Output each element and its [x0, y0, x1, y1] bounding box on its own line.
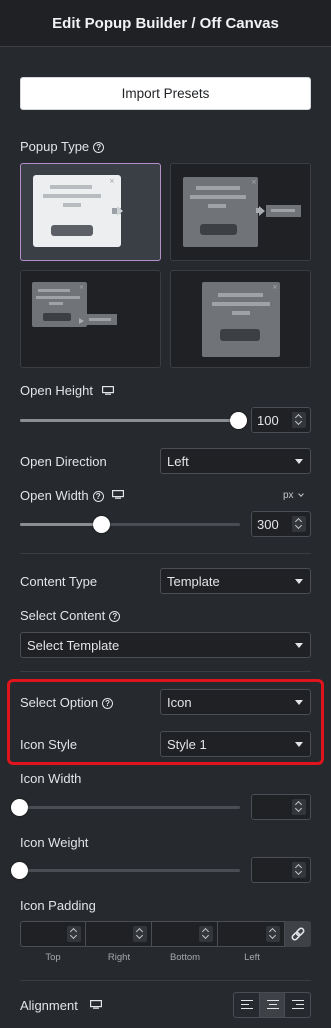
unit-value: px — [283, 490, 294, 501]
icon-width-stepper[interactable] — [292, 799, 306, 815]
panel-header: Edit Popup Builder / Off Canvas — [0, 0, 331, 47]
padding-right-input[interactable] — [85, 921, 152, 947]
padding-left-label: Left — [244, 952, 260, 963]
padding-bottom-stepper[interactable] — [199, 926, 213, 942]
padding-top-label: Top — [45, 952, 61, 963]
popup-preview-2: × — [183, 177, 301, 247]
svg-text:×: × — [79, 284, 84, 291]
popup-preview-3: × — [32, 282, 117, 327]
padding-bottom-input[interactable] — [151, 921, 218, 947]
open-height-slider[interactable] — [20, 419, 240, 422]
help-icon[interactable]: ? — [109, 611, 121, 622]
open-height-slider-handle[interactable] — [230, 412, 247, 429]
align-left-icon[interactable] — [234, 993, 260, 1017]
padding-left-stepper[interactable] — [266, 926, 280, 942]
padding-right-stepper[interactable] — [133, 926, 147, 942]
select-content-value: Select Template — [27, 637, 120, 653]
align-center-icon[interactable] — [259, 993, 286, 1017]
padding-bottom-label: Bottom — [169, 952, 201, 963]
icon-padding-label: Icon Padding — [20, 898, 96, 913]
open-height-input[interactable]: 100 — [251, 407, 311, 433]
caret-down-icon — [295, 742, 303, 747]
open-width-label: Open Width? — [20, 488, 104, 503]
icon-width-slider[interactable] — [20, 806, 240, 809]
svg-text:×: × — [109, 177, 115, 185]
caret-down-icon — [295, 459, 303, 464]
desktop-icon[interactable] — [102, 386, 114, 395]
desktop-icon[interactable] — [90, 1000, 102, 1009]
link-icon — [291, 927, 305, 941]
unit-selector[interactable]: px — [283, 490, 305, 501]
padding-left-input[interactable] — [217, 921, 285, 947]
open-direction-value: Left — [167, 453, 189, 469]
help-icon[interactable]: ? — [92, 491, 104, 502]
open-width-input[interactable]: 300 — [251, 511, 311, 537]
select-option-select[interactable]: Icon — [160, 689, 311, 715]
open-height-label: Open Height — [20, 383, 93, 398]
icon-width-label: Icon Width — [20, 771, 82, 786]
select-content-label: Select Content? — [20, 608, 121, 623]
help-icon[interactable]: ? — [93, 142, 105, 153]
help-icon[interactable]: ? — [102, 698, 114, 709]
open-width-stepper[interactable] — [292, 516, 306, 532]
icon-weight-slider[interactable] — [20, 869, 240, 872]
open-height-value: 100 — [257, 412, 279, 428]
open-width-value: 300 — [257, 516, 279, 532]
divider — [20, 671, 311, 672]
select-content-label-text: Select Content — [20, 608, 106, 623]
import-presets-button[interactable]: Import Presets — [20, 77, 311, 110]
popup-type-card-1[interactable]: × — [20, 163, 161, 261]
panel-title: Edit Popup Builder / Off Canvas — [52, 14, 279, 32]
alignment-label: Alignment — [20, 998, 78, 1013]
caret-down-icon — [295, 643, 303, 648]
svg-text:×: × — [272, 283, 278, 291]
open-height-stepper[interactable] — [292, 412, 306, 428]
select-content-select[interactable]: Select Template — [20, 632, 311, 658]
open-width-slider-handle[interactable] — [93, 516, 110, 533]
chevron-down-icon — [298, 491, 305, 497]
divider — [20, 980, 311, 981]
caret-down-icon — [295, 579, 303, 584]
popup-type-card-3[interactable]: × — [20, 270, 161, 368]
icon-weight-input[interactable] — [251, 857, 311, 883]
popup-type-label-text: Popup Type — [20, 139, 90, 154]
select-option-label: Select Option? — [20, 695, 114, 710]
select-option-value: Icon — [167, 694, 192, 710]
desktop-icon[interactable] — [112, 490, 124, 499]
icon-weight-label: Icon Weight — [20, 835, 89, 850]
open-direction-label: Open Direction — [20, 454, 107, 469]
icon-width-slider-handle[interactable] — [11, 799, 28, 816]
caret-down-icon — [295, 700, 303, 705]
popup-preview-4: × — [202, 282, 280, 357]
icon-style-label: Icon Style — [20, 737, 78, 752]
padding-top-input[interactable] — [20, 921, 86, 947]
icon-weight-slider-handle[interactable] — [11, 862, 28, 879]
divider — [20, 553, 311, 554]
content-type-value: Template — [167, 573, 220, 589]
padding-right-label: Right — [107, 952, 131, 963]
content-type-label: Content Type — [20, 574, 98, 589]
open-width-slider[interactable] — [20, 523, 240, 526]
icon-style-select[interactable]: Style 1 — [160, 731, 311, 757]
alignment-control — [233, 992, 311, 1018]
open-direction-select[interactable]: Left — [160, 448, 311, 474]
popup-preview-1: × — [33, 175, 123, 247]
popup-type-card-2[interactable]: × — [170, 163, 311, 261]
popup-type-card-4[interactable]: × — [170, 270, 311, 368]
align-right-icon[interactable] — [285, 993, 310, 1017]
icon-style-value: Style 1 — [167, 736, 207, 752]
icon-width-input[interactable] — [251, 794, 311, 820]
select-option-label-text: Select Option — [20, 695, 99, 710]
content-type-select[interactable]: Template — [160, 568, 311, 594]
svg-text:×: × — [251, 178, 257, 186]
open-width-label-text: Open Width — [20, 488, 89, 503]
popup-type-label: Popup Type? — [20, 139, 105, 154]
link-values-button[interactable] — [285, 921, 311, 947]
icon-weight-stepper[interactable] — [292, 862, 306, 878]
padding-top-stepper[interactable] — [67, 926, 81, 942]
